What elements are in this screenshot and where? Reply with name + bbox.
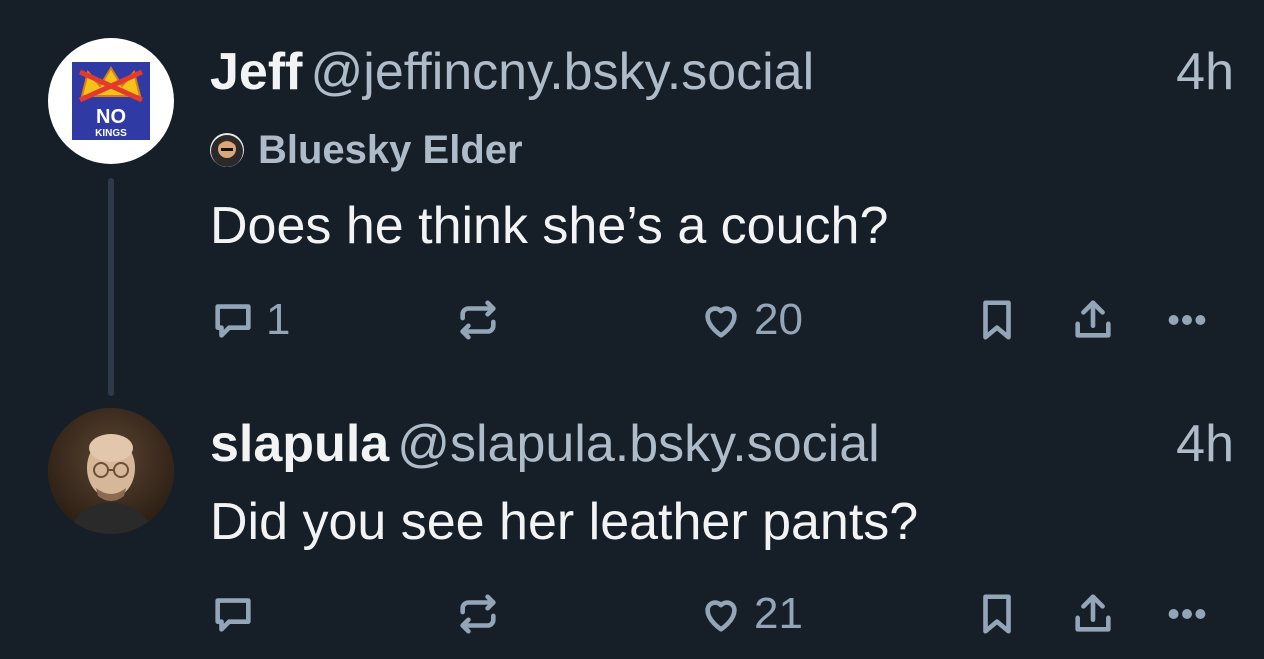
like-count: 20 bbox=[754, 295, 803, 344]
like-count: 21 bbox=[754, 589, 803, 638]
more-options-button[interactable] bbox=[1164, 586, 1210, 642]
bookmark-button[interactable] bbox=[974, 292, 1020, 348]
share-button[interactable] bbox=[1070, 586, 1116, 642]
heart-icon bbox=[705, 600, 737, 632]
avatar[interactable]: NO KINGS bbox=[48, 38, 174, 164]
post-slapula[interactable]: slapula @slapula.bsky.social 4h Did you s… bbox=[0, 400, 1264, 659]
avatar[interactable] bbox=[48, 408, 174, 534]
reply-count: 1 bbox=[266, 295, 291, 344]
repost-arrows-icon bbox=[460, 594, 496, 634]
badge-label: Bluesky Elder bbox=[258, 128, 523, 172]
post-jeff[interactable]: NO KINGS Jeff @jeffincny.bsky.social 4h B… bbox=[0, 0, 1264, 400]
repost-arrows-icon bbox=[460, 300, 496, 340]
post-text: Does he think she’s a couch? bbox=[210, 197, 889, 255]
bookmark-icon bbox=[983, 300, 1011, 340]
bookmark-icon bbox=[983, 594, 1011, 634]
badge-icon bbox=[210, 133, 244, 167]
share-button[interactable] bbox=[1070, 292, 1116, 348]
ellipsis-icon bbox=[1168, 609, 1206, 619]
speech-bubble-icon bbox=[215, 598, 251, 632]
timestamp[interactable]: 4h bbox=[1176, 414, 1234, 474]
repost-button[interactable] bbox=[455, 292, 511, 348]
heart-icon bbox=[705, 306, 737, 338]
like-button[interactable]: 20 bbox=[698, 292, 803, 348]
timestamp[interactable]: 4h bbox=[1176, 42, 1234, 102]
bookmark-button[interactable] bbox=[974, 586, 1020, 642]
share-upload-icon bbox=[1075, 300, 1111, 338]
post-header: Jeff @jeffincny.bsky.social 4h bbox=[210, 42, 1234, 102]
post-actions: 21 bbox=[0, 586, 1264, 642]
svg-text:NO: NO bbox=[96, 106, 126, 128]
svg-text:KINGS: KINGS bbox=[95, 128, 127, 139]
more-options-button[interactable] bbox=[1164, 292, 1210, 348]
handle[interactable]: @slapula.bsky.social bbox=[397, 415, 879, 473]
speech-bubble-icon bbox=[215, 304, 251, 338]
post-header: slapula @slapula.bsky.social 4h bbox=[210, 414, 1234, 474]
ellipsis-icon bbox=[1168, 315, 1206, 325]
post-actions: 1 20 bbox=[0, 292, 1264, 348]
post-text: Did you see her leather pants? bbox=[210, 493, 919, 551]
user-portrait-icon bbox=[48, 408, 174, 534]
reply-button[interactable]: 1 bbox=[210, 292, 290, 348]
share-upload-icon bbox=[1075, 594, 1111, 632]
reply-button[interactable] bbox=[210, 586, 266, 642]
display-name[interactable]: slapula bbox=[210, 415, 389, 473]
display-name[interactable]: Jeff bbox=[210, 43, 302, 101]
like-button[interactable]: 21 bbox=[698, 586, 803, 642]
thread-line bbox=[108, 178, 114, 396]
no-kings-avatar-icon: NO KINGS bbox=[72, 62, 150, 140]
verification-badge[interactable]: Bluesky Elder bbox=[210, 128, 523, 172]
repost-button[interactable] bbox=[455, 586, 511, 642]
handle[interactable]: @jeffincny.bsky.social bbox=[310, 43, 814, 101]
